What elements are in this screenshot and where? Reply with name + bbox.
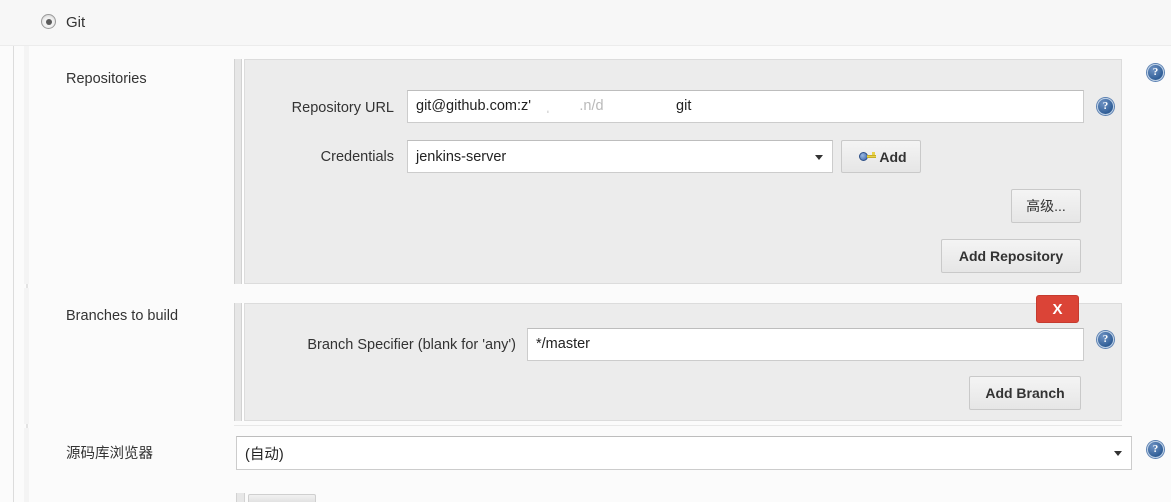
add-credentials-label: Add bbox=[879, 148, 907, 165]
bottom-partial-button[interactable] bbox=[248, 494, 316, 502]
credentials-select[interactable]: jenkins-server bbox=[407, 140, 833, 173]
scm-git-header: Git bbox=[0, 0, 1171, 46]
repository-url-value-visible: git@github.com:z' bbox=[416, 98, 532, 115]
repository-browser-select[interactable]: (自动) bbox=[236, 436, 1132, 470]
scm-git-radio[interactable] bbox=[41, 14, 56, 29]
rail-segment-branches bbox=[24, 288, 29, 424]
repository-url-help-icon[interactable]: ? bbox=[1097, 98, 1114, 115]
credentials-label: Credentials bbox=[320, 149, 394, 165]
repository-advanced-button[interactable]: 高级... bbox=[1011, 189, 1081, 223]
add-credentials-button[interactable]: Add bbox=[841, 140, 921, 173]
branch-specifier-input[interactable]: */master bbox=[527, 328, 1084, 361]
jenkins-scm-git-config: Git Repositories ? Repository URL git@gi… bbox=[0, 0, 1171, 502]
credentials-selected-value: jenkins-server bbox=[416, 148, 507, 165]
scm-git-label: Git bbox=[66, 14, 86, 31]
page-left-rail-outer bbox=[13, 0, 14, 502]
rail-segment-browser bbox=[24, 428, 29, 502]
bottom-chunk-handle[interactable] bbox=[236, 493, 245, 502]
branches-row-label: Branches to build bbox=[66, 308, 179, 324]
browser-row-divider bbox=[234, 425, 1122, 426]
repositories-section-help-icon[interactable]: ? bbox=[1147, 64, 1164, 81]
chevron-down-icon bbox=[815, 154, 823, 160]
repository-url-label: Repository URL bbox=[291, 100, 394, 116]
branch-chunk-handle[interactable] bbox=[234, 303, 242, 421]
browser-row-label: 源码库浏览器 bbox=[66, 446, 153, 462]
repository-url-input[interactable]: git@github.com:z'xxˌxxxx.n/dxxxxxxxxxxgi… bbox=[407, 90, 1084, 123]
delete-branch-button[interactable]: X bbox=[1036, 295, 1079, 323]
repository-chunk-handle[interactable] bbox=[234, 59, 242, 284]
branch-specifier-label: Branch Specifier (blank for 'any') bbox=[307, 337, 516, 353]
chevron-down-icon-browser bbox=[1114, 451, 1122, 456]
repositories-row-label: Repositories bbox=[66, 71, 147, 87]
rail-segment-repositories bbox=[24, 46, 29, 284]
browser-help-icon[interactable]: ? bbox=[1147, 441, 1164, 458]
repository-url-value-redacted-2: .n/d bbox=[579, 98, 604, 115]
repository-url-value-tail: git bbox=[676, 98, 692, 115]
add-repository-button[interactable]: Add Repository bbox=[941, 239, 1081, 273]
repository-browser-selected-value: (自动) bbox=[245, 446, 284, 463]
add-branch-button[interactable]: Add Branch bbox=[969, 376, 1081, 410]
branch-specifier-help-icon[interactable]: ? bbox=[1097, 331, 1114, 348]
key-icon bbox=[859, 151, 877, 162]
